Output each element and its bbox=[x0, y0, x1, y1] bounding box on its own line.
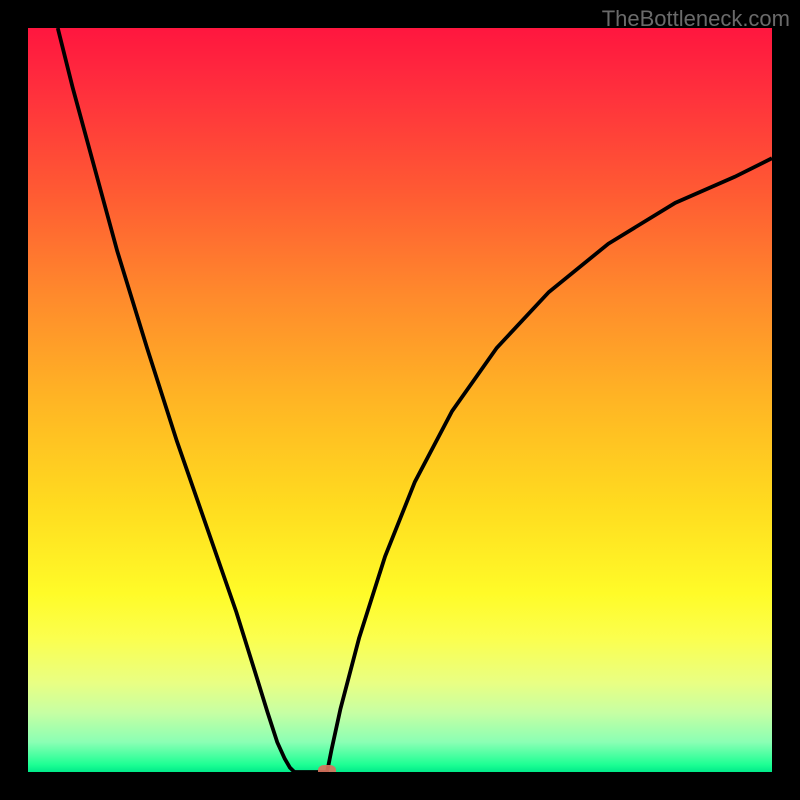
curve-right-branch bbox=[327, 158, 772, 772]
watermark: TheBottleneck.com bbox=[602, 6, 790, 32]
curve-left-branch bbox=[58, 28, 295, 772]
optimum-marker bbox=[318, 765, 336, 773]
bottleneck-curve bbox=[28, 28, 772, 772]
plot-area bbox=[28, 28, 772, 772]
chart-frame bbox=[0, 0, 800, 800]
